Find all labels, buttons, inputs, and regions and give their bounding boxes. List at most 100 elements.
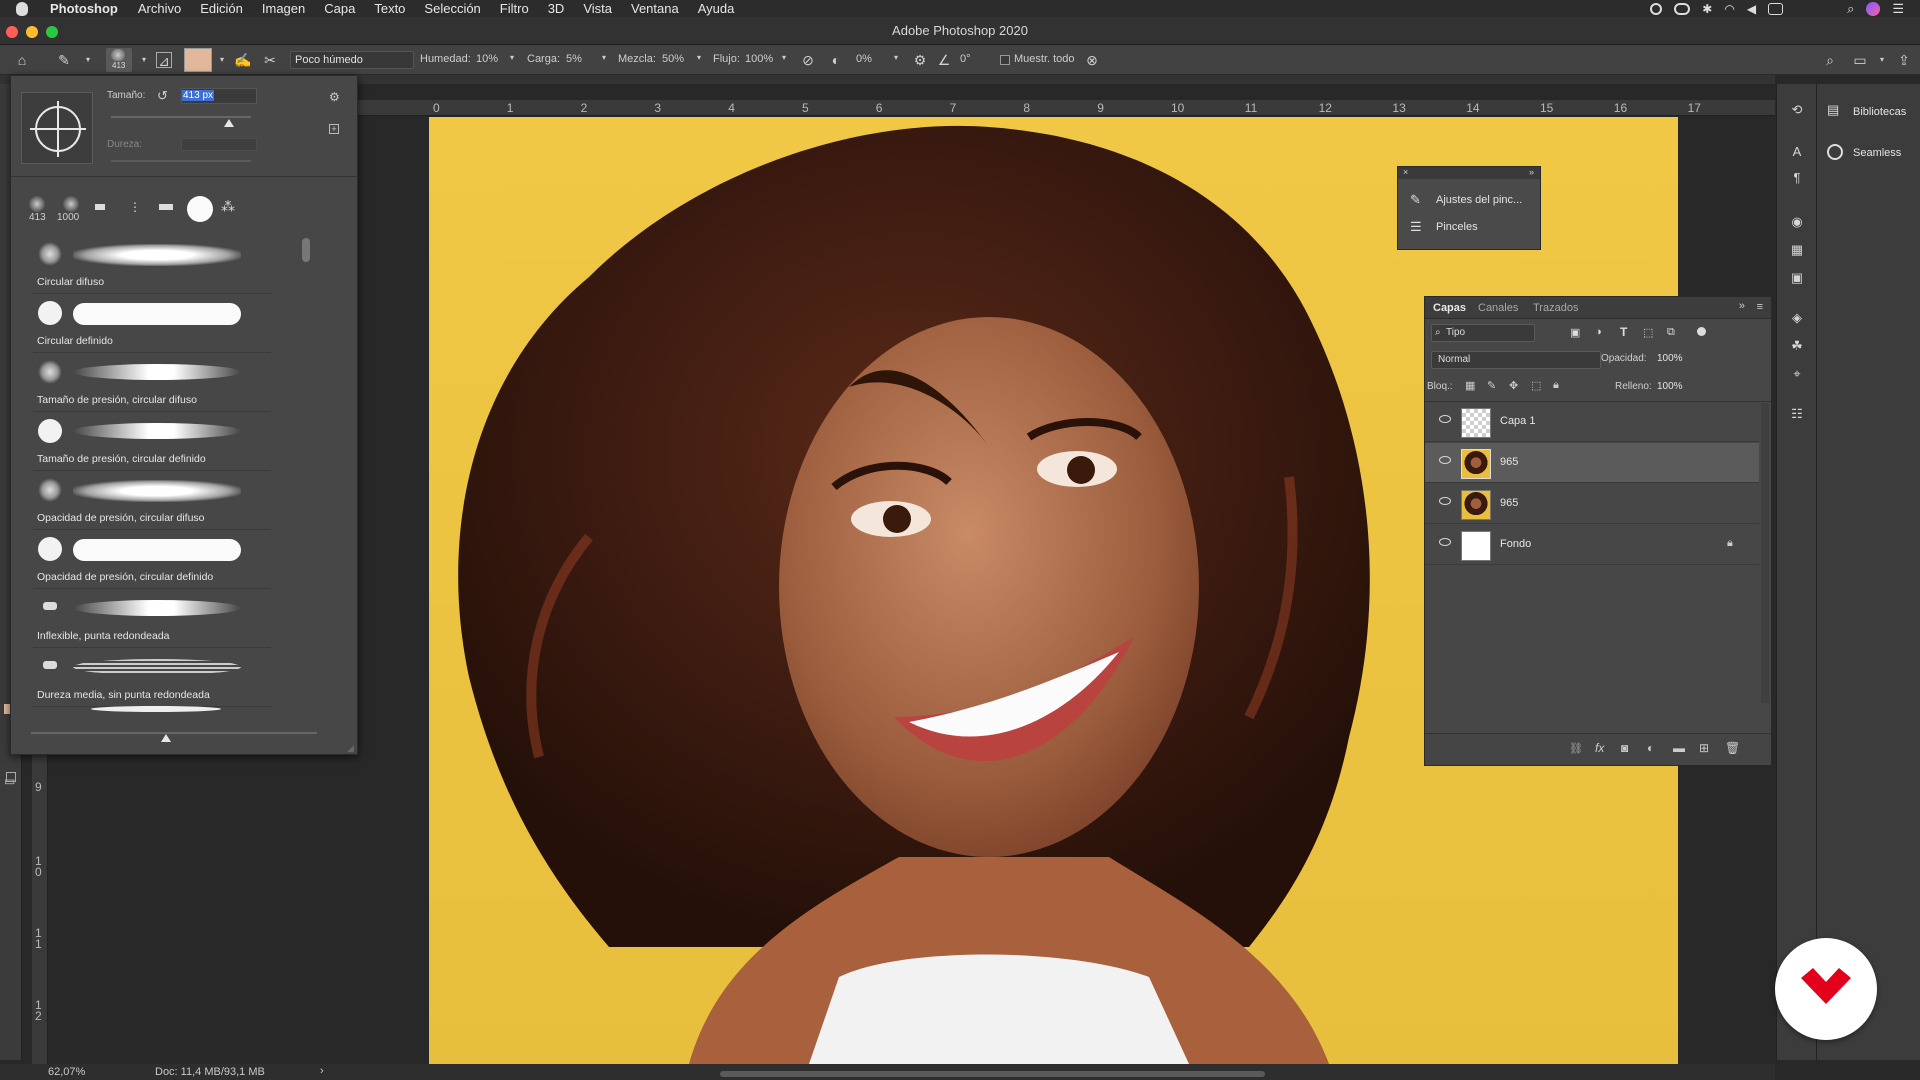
filter-toggle-icon[interactable] xyxy=(1697,327,1706,336)
tab-capas[interactable]: Capas xyxy=(1433,297,1466,319)
resize-grip-icon[interactable]: ◢ xyxy=(347,743,354,754)
volume-icon[interactable]: ◀ xyxy=(1747,2,1756,16)
brush-list-scrollbar[interactable] xyxy=(302,238,310,262)
blend-mode-select[interactable]: Normal xyxy=(1431,351,1601,369)
dropdown-arrow-icon[interactable]: ▾ xyxy=(782,53,786,62)
menu-filtro[interactable]: Filtro xyxy=(500,1,529,16)
horizontal-scrollbar[interactable] xyxy=(720,1071,1265,1077)
mini-panel-header[interactable]: × » xyxy=(1398,167,1540,179)
dropdown-arrow-icon[interactable]: ▾ xyxy=(697,53,701,62)
angle-icon[interactable]: ∠ xyxy=(936,52,952,68)
notification-center-icon[interactable]: ☰ xyxy=(1892,1,1904,17)
channels-icon[interactable]: ☘ xyxy=(1789,338,1805,354)
lock-artboard-icon[interactable]: ⬚ xyxy=(1531,379,1541,392)
brush-item-medium-hardness[interactable]: Dureza media, sin punta redondeada xyxy=(33,649,271,707)
battery-icon[interactable] xyxy=(1768,2,1784,15)
siri-icon[interactable] xyxy=(1866,1,1881,16)
dropdown-arrow-icon[interactable]: ▾ xyxy=(602,53,606,62)
visibility-eye-icon[interactable] xyxy=(1439,456,1451,464)
carga-value[interactable]: 5% xyxy=(566,53,582,65)
clean-brush-icon[interactable]: ✂ xyxy=(262,52,278,68)
flujo-value[interactable]: 100% xyxy=(745,53,773,65)
seamless-label[interactable]: Seamless xyxy=(1853,147,1901,159)
brush-item-pressure-size-soft[interactable]: Tamaño de presión, circular difuso xyxy=(33,354,271,412)
layer-row-965-selected[interactable]: 965 xyxy=(1425,443,1759,483)
menu-capa[interactable]: Capa xyxy=(324,1,355,16)
menu-ventana[interactable]: Ventana xyxy=(631,1,679,16)
filter-smartobject-icon[interactable]: ⧉ xyxy=(1667,326,1675,339)
creative-cloud-icon[interactable] xyxy=(1674,2,1691,15)
brush-item-pressure-size-hard[interactable]: Tamaño de presión, circular definido xyxy=(33,413,271,471)
adjustment-layer-icon[interactable]: ◐ xyxy=(1647,741,1654,755)
angle-value[interactable]: 0° xyxy=(960,53,971,65)
layer-row-fondo[interactable]: Fondo 🔒︎ xyxy=(1425,525,1759,565)
recent-brush-hard-round-icon[interactable] xyxy=(187,196,213,222)
libraries-icon[interactable]: ▤ xyxy=(1827,102,1839,118)
layer-row-capa-1[interactable]: Capa 1 xyxy=(1425,402,1759,442)
new-layer-icon[interactable]: ⊞ xyxy=(1699,741,1709,755)
filter-type-icon[interactable]: T xyxy=(1620,325,1627,339)
dropdown-arrow-icon[interactable]: ▾ xyxy=(894,53,898,62)
lock-pixels-icon[interactable]: ✎ xyxy=(1487,379,1496,392)
seamless-icon[interactable] xyxy=(1827,144,1843,160)
brush-preset-picker[interactable]: 413 xyxy=(106,48,132,72)
layer-filter-select[interactable]: ⌕ Tipo xyxy=(1431,324,1535,342)
filter-adjustment-icon[interactable]: ◑ xyxy=(1595,326,1602,338)
close-window-button[interactable] xyxy=(6,26,18,38)
thumbnail-size-slider-track[interactable] xyxy=(31,732,317,734)
dropdown-arrow-icon[interactable]: ▾ xyxy=(80,52,96,68)
smoothing-value[interactable]: 0% xyxy=(856,53,872,65)
layer-list-scrollbar[interactable] xyxy=(1761,403,1769,703)
visibility-eye-icon[interactable] xyxy=(1439,538,1451,546)
smoothing-icon[interactable]: ◐ xyxy=(828,52,844,68)
fx-icon[interactable]: fx xyxy=(1595,741,1604,755)
menu-edicion[interactable]: Edición xyxy=(200,1,243,16)
status-menu-chevron-icon[interactable]: › xyxy=(320,1065,324,1077)
menu-3d[interactable]: 3D xyxy=(548,1,565,16)
collapse-icon[interactable]: » xyxy=(1739,300,1745,312)
recent-brush-blunt-icon[interactable] xyxy=(159,204,173,210)
filter-shape-icon[interactable]: ⬚ xyxy=(1643,326,1653,339)
reset-size-icon[interactable]: ↺ xyxy=(157,88,168,104)
sample-all-checkbox[interactable] xyxy=(1000,55,1010,65)
character-icon[interactable]: A xyxy=(1789,144,1805,160)
load-brush-icon[interactable]: ✍ xyxy=(234,52,251,68)
menu-app-name[interactable]: Photoshop xyxy=(50,1,118,16)
menu-ayuda[interactable]: Ayuda xyxy=(698,1,735,16)
brush-item-pressure-opacity-soft[interactable]: Opacidad de presión, circular difuso xyxy=(33,472,271,530)
link-layers-icon[interactable]: ⛓ xyxy=(1569,742,1583,755)
thumbnail-size-slider-handle[interactable] xyxy=(161,734,171,742)
brush-item-circular-definido[interactable]: Circular definido xyxy=(33,295,271,353)
gradients-icon[interactable]: ▣ xyxy=(1789,270,1805,286)
brush-item-inflexible-round[interactable]: Inflexible, punta redondeada xyxy=(33,590,271,648)
panel-menu-icon[interactable]: ≡ xyxy=(1757,301,1763,313)
3d-icon[interactable]: ◉ xyxy=(1789,214,1805,230)
libraries-label[interactable]: Bibliotecas xyxy=(1853,106,1906,118)
brush-item-pressure-opacity-hard[interactable]: Opacidad de presión, circular definido xyxy=(33,531,271,589)
airbrush-icon[interactable]: ⊘ xyxy=(800,52,816,68)
opacity-value[interactable]: 100% xyxy=(1657,353,1683,364)
blend-preset-select[interactable]: Poco húmedo xyxy=(290,51,414,69)
menu-seleccion[interactable]: Selección xyxy=(424,1,480,16)
tab-canales[interactable]: Canales xyxy=(1478,297,1518,319)
dropdown-arrow-icon[interactable]: ▾ xyxy=(214,52,230,68)
brush-settings-gear-icon[interactable]: ⚙ xyxy=(329,90,340,104)
recent-brush-1000-icon[interactable] xyxy=(63,196,79,212)
menu-imagen[interactable]: Imagen xyxy=(262,1,305,16)
screen-mode-icon[interactable]: ▭ xyxy=(4,774,15,788)
menu-texto[interactable]: Texto xyxy=(374,1,405,16)
apple-icon[interactable] xyxy=(16,1,28,16)
panel-brushes[interactable]: ☰ Pinceles xyxy=(1398,214,1540,240)
expand-icon[interactable]: » xyxy=(1529,167,1534,177)
visibility-eye-icon[interactable] xyxy=(1439,415,1451,423)
close-icon[interactable]: × xyxy=(1403,167,1408,177)
new-preset-icon[interactable]: + xyxy=(329,124,339,134)
search-icon[interactable]: ⌕ xyxy=(1822,52,1838,68)
lock-all-icon[interactable]: 🔒︎ xyxy=(1553,379,1559,392)
paths-icon[interactable]: ⌖ xyxy=(1789,366,1805,382)
paragraph-icon[interactable]: ¶ xyxy=(1789,170,1805,186)
recent-brush-413-icon[interactable] xyxy=(29,196,45,212)
settings-gear-icon[interactable]: ⚙ xyxy=(912,52,928,68)
layers-icon[interactable]: ◈ xyxy=(1789,310,1805,326)
recent-brush-flat-icon[interactable] xyxy=(95,204,105,210)
